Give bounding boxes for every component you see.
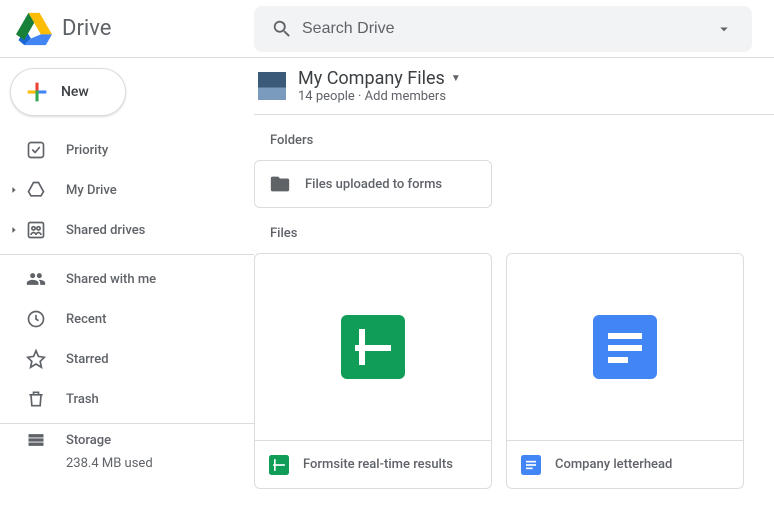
- drive-thumbnail: [258, 72, 286, 100]
- shared-drives-icon: [24, 218, 48, 242]
- breadcrumb-title-button[interactable]: My Company Files ▼: [298, 68, 461, 89]
- divider: [0, 254, 254, 255]
- sheets-large-icon: [341, 315, 405, 379]
- member-count: 14 people: [298, 89, 355, 104]
- sidebar-label-shared-drives: Shared drives: [66, 223, 145, 238]
- sidebar-item-storage[interactable]: Storage: [0, 428, 254, 452]
- sidebar-item-priority[interactable]: Priority: [0, 130, 254, 170]
- file-card-sheets[interactable]: Formsite real-time results: [254, 253, 492, 489]
- dropdown-triangle-icon: [715, 20, 733, 38]
- storage-icon: [24, 428, 48, 452]
- search-button[interactable]: [262, 9, 302, 49]
- sidebar: New Priority My Drive: [0, 58, 254, 530]
- search-icon: [271, 18, 293, 40]
- divider: [0, 423, 254, 424]
- my-drive-icon: [24, 178, 48, 202]
- sidebar-label-priority: Priority: [66, 143, 108, 158]
- search-options-button[interactable]: [704, 9, 744, 49]
- add-members-link[interactable]: Add members: [365, 89, 446, 104]
- storage-label: Storage: [66, 433, 111, 448]
- sidebar-item-my-drive[interactable]: My Drive: [0, 170, 254, 210]
- docs-icon: [521, 455, 541, 475]
- file-name: Company letterhead: [555, 457, 672, 472]
- sidebar-item-trash[interactable]: Trash: [0, 379, 254, 419]
- app-header: Drive: [0, 0, 774, 58]
- file-card-docs[interactable]: Company letterhead: [506, 253, 744, 489]
- drive-logo-icon: [16, 11, 52, 47]
- sidebar-item-recent[interactable]: Recent: [0, 299, 254, 339]
- sidebar-item-shared-with-me[interactable]: Shared with me: [0, 259, 254, 299]
- sidebar-item-starred[interactable]: Starred: [0, 339, 254, 379]
- new-button[interactable]: New: [10, 68, 126, 116]
- dropdown-triangle-icon: ▼: [451, 73, 461, 84]
- people-icon: [24, 267, 48, 291]
- sidebar-label-starred: Starred: [66, 352, 109, 367]
- sidebar-label-trash: Trash: [66, 392, 99, 407]
- sheets-icon: [269, 455, 289, 475]
- file-preview: [255, 254, 491, 440]
- sidebar-label-my-drive: My Drive: [66, 183, 117, 198]
- folder-icon: [269, 173, 291, 195]
- storage-used: 238.4 MB used: [0, 456, 254, 471]
- file-name: Formsite real-time results: [303, 457, 453, 472]
- clock-icon: [24, 307, 48, 331]
- sidebar-label-shared-with-me: Shared with me: [66, 272, 156, 287]
- breadcrumb-subtitle: 14 people · Add members: [298, 89, 461, 104]
- trash-icon: [24, 387, 48, 411]
- main-content: My Company Files ▼ 14 people · Add membe…: [254, 58, 774, 530]
- priority-icon: [24, 138, 48, 162]
- search-bar: [254, 6, 752, 52]
- files-section-label: Files: [270, 226, 774, 241]
- search-input[interactable]: [302, 20, 704, 38]
- breadcrumb-bar: My Company Files ▼ 14 people · Add membe…: [254, 58, 774, 115]
- logo-block[interactable]: Drive: [8, 11, 254, 47]
- expand-icon[interactable]: [4, 225, 24, 235]
- star-icon: [24, 347, 48, 371]
- breadcrumb-title: My Company Files: [298, 68, 445, 89]
- folder-name: Files uploaded to forms: [305, 177, 442, 192]
- docs-large-icon: [593, 315, 657, 379]
- file-preview: [507, 254, 743, 440]
- app-name: Drive: [62, 16, 111, 41]
- sidebar-label-recent: Recent: [66, 312, 106, 327]
- folder-card[interactable]: Files uploaded to forms: [254, 160, 492, 208]
- new-button-label: New: [61, 84, 89, 100]
- sidebar-item-shared-drives[interactable]: Shared drives: [0, 210, 254, 250]
- plus-icon: [23, 78, 51, 106]
- expand-icon[interactable]: [4, 185, 24, 195]
- folders-section-label: Folders: [270, 133, 774, 148]
